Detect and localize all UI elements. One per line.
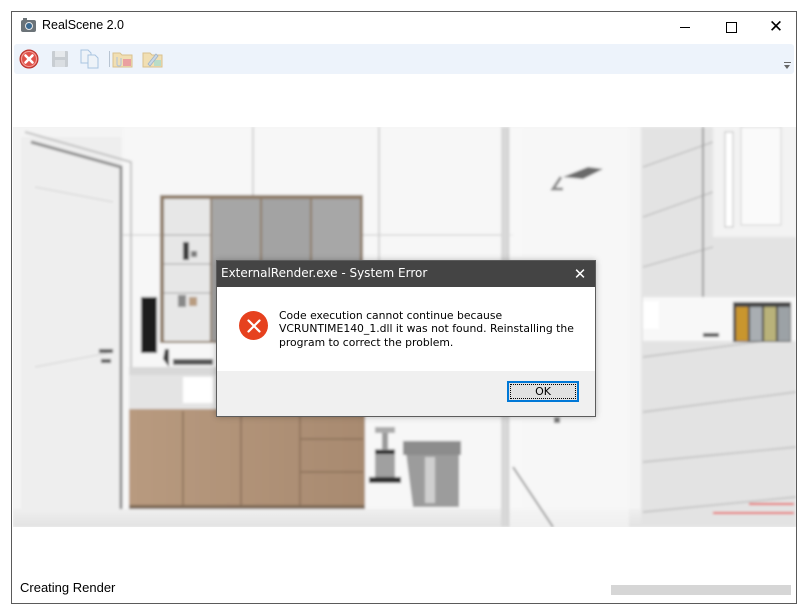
close-button[interactable]: ✕ — [753, 12, 796, 42]
toolbar-overflow-icon[interactable] — [784, 62, 791, 70]
export-folder-button[interactable] — [142, 48, 164, 70]
status-text: Creating Render — [20, 580, 116, 595]
save-button[interactable] — [49, 48, 71, 70]
dialog-footer: OK — [217, 371, 595, 416]
toolbar-separator — [109, 51, 110, 67]
stop-button[interactable] — [18, 48, 40, 70]
copy-button[interactable] — [79, 48, 101, 70]
open-folder-button[interactable] — [112, 48, 134, 70]
error-x-glyph — [246, 318, 261, 333]
render-progress-bar — [611, 585, 791, 595]
dialog-title-bar[interactable]: ExternalRender.exe - System Error ✕ — [217, 261, 595, 287]
window-title: RealScene 2.0 — [42, 18, 125, 32]
dialog-body: Code execution cannot continue because V… — [217, 287, 595, 371]
maximize-icon — [725, 21, 737, 33]
save-icon — [52, 51, 68, 67]
error-message: Code execution cannot continue because V… — [279, 309, 574, 349]
error-icon — [239, 311, 268, 340]
minimize-icon — [680, 26, 690, 28]
title-bar[interactable]: RealScene 2.0 ✕ — [12, 12, 796, 43]
stop-icon — [19, 49, 39, 69]
folder-attach-icon — [112, 52, 133, 68]
toolbar — [14, 44, 794, 74]
copy-icon — [80, 49, 99, 69]
folder-edit-icon — [142, 52, 163, 68]
ok-button[interactable]: OK — [507, 381, 579, 402]
maximize-button[interactable] — [708, 12, 754, 42]
system-error-dialog: ExternalRender.exe - System Error ✕ Code… — [216, 260, 596, 417]
dialog-title: ExternalRender.exe - System Error — [221, 266, 428, 280]
minimize-button[interactable] — [662, 12, 708, 42]
close-icon: ✕ — [768, 16, 784, 37]
dialog-close-button[interactable]: ✕ — [565, 261, 595, 287]
close-icon: ✕ — [573, 265, 587, 283]
camera-app-icon — [21, 18, 36, 32]
